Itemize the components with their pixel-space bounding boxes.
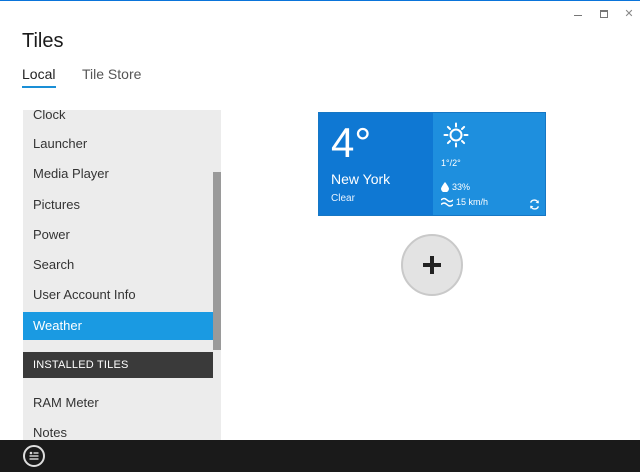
sun-icon (443, 122, 469, 148)
close-icon: ✕ (624, 8, 634, 20)
weather-tile[interactable]: 4° New York Clear 1°/2° 33% 15 km/h (318, 112, 546, 216)
sidebar-item-user-account-info[interactable]: User Account Info (23, 281, 213, 309)
installed-tiles-header: INSTALLED TILES (23, 352, 213, 378)
page-title: Tiles (22, 30, 64, 52)
bottom-app-bar (0, 440, 640, 472)
app-menu-button[interactable] (23, 445, 45, 467)
maximize-icon (600, 10, 608, 18)
maximize-button[interactable] (597, 7, 611, 21)
weather-humidity: 33% (452, 182, 471, 192)
drop-icon (441, 182, 449, 192)
refresh-icon[interactable] (529, 199, 540, 210)
sidebar-item-search[interactable]: Search (23, 251, 213, 279)
tab-tile-store-label: Tile Store (82, 66, 142, 82)
tab-local[interactable]: Local (22, 66, 56, 88)
title-bar: ✕ (0, 0, 640, 28)
weather-range: 1°/2° (441, 158, 461, 168)
sidebar-item-media-player[interactable]: Media Player (23, 160, 213, 188)
sidebar-item-power[interactable]: Power (23, 221, 213, 249)
minimize-icon (574, 15, 582, 16)
sidebar-item-ram-meter[interactable]: RAM Meter (23, 389, 213, 417)
tab-local-label: Local (22, 66, 56, 82)
sidebar-item-weather[interactable]: Weather (23, 312, 213, 340)
sidebar-item-pictures[interactable]: Pictures (23, 191, 213, 219)
menu-icon (29, 451, 39, 460)
sidebar-scrollbar-thumb[interactable] (213, 172, 221, 350)
active-tab-indicator (22, 86, 56, 88)
weather-condition: Clear (331, 193, 355, 204)
weather-wind: 15 km/h (456, 197, 489, 207)
close-button[interactable]: ✕ (622, 7, 636, 21)
tab-tile-store[interactable]: Tile Store (82, 66, 141, 82)
add-tile-button[interactable] (401, 234, 463, 296)
sidebar-item-clock[interactable]: Clock (23, 110, 213, 129)
tiles-sidebar: Clock Launcher Media Player Pictures Pow… (23, 110, 221, 440)
weather-city: New York (331, 171, 391, 187)
minimize-button[interactable] (571, 7, 585, 21)
sidebar-item-notes[interactable]: Notes (23, 419, 213, 440)
wind-icon (441, 197, 453, 207)
weather-temperature: 4° (331, 119, 372, 166)
sidebar-item-launcher[interactable]: Launcher (23, 130, 213, 158)
